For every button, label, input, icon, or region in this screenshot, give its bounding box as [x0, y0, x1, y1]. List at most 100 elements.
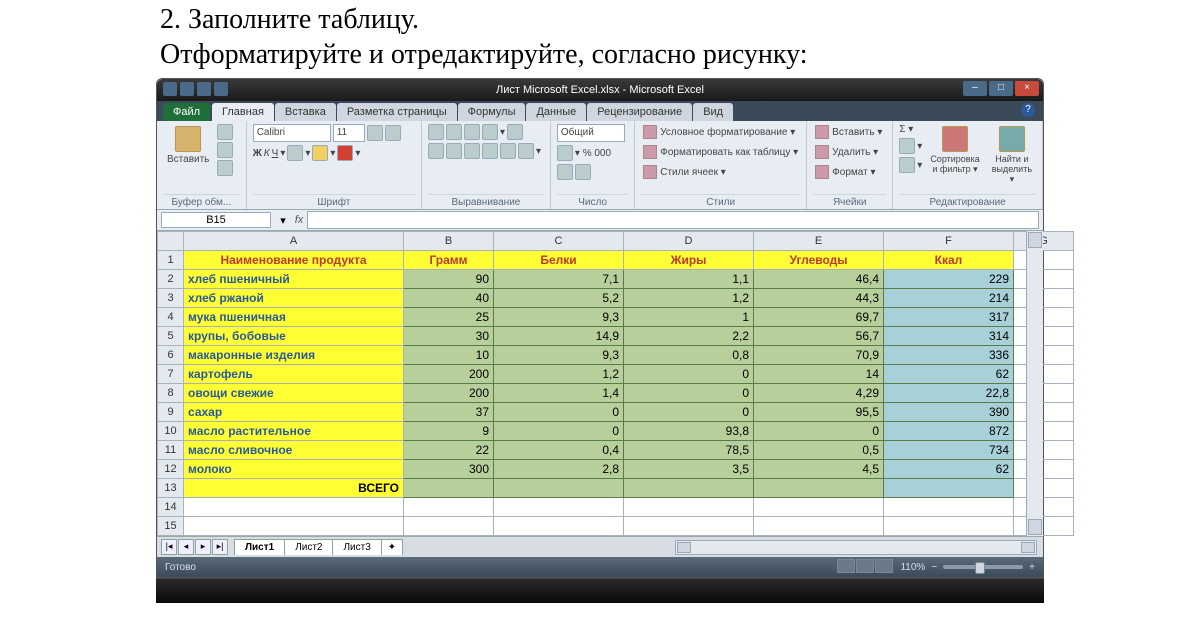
tab-page-layout[interactable]: Разметка страницы — [337, 103, 457, 121]
merge-icon[interactable] — [518, 143, 534, 159]
row-header[interactable]: 9 — [158, 403, 184, 422]
cell[interactable]: Углеводы — [754, 251, 884, 270]
cell[interactable]: 9,3 — [494, 346, 624, 365]
cell[interactable]: 336 — [884, 346, 1014, 365]
cell-product-name[interactable]: хлеб пшеничный — [184, 270, 404, 289]
row-header[interactable]: 11 — [158, 441, 184, 460]
align-right-icon[interactable] — [464, 143, 480, 159]
name-box[interactable]: B15 — [161, 212, 271, 228]
cell[interactable]: 22 — [404, 441, 494, 460]
row-header[interactable]: 15 — [158, 517, 184, 536]
first-sheet-icon[interactable]: |◂ — [161, 539, 177, 555]
row-header[interactable]: 13 — [158, 479, 184, 498]
inc-decimal-icon[interactable] — [557, 164, 573, 180]
cell[interactable] — [884, 479, 1014, 498]
cell[interactable]: 390 — [884, 403, 1014, 422]
maximize-button[interactable]: □ — [989, 81, 1013, 96]
bold-button[interactable]: Ж — [253, 148, 262, 159]
col-header-G[interactable]: G — [1014, 232, 1074, 251]
cell-product-name[interactable]: картофель — [184, 365, 404, 384]
row-header[interactable]: 10 — [158, 422, 184, 441]
cell[interactable]: 1 — [624, 308, 754, 327]
cell[interactable]: 93,8 — [624, 422, 754, 441]
cell[interactable]: 3,5 — [624, 460, 754, 479]
zoom-in-button[interactable]: + — [1029, 562, 1035, 573]
copy-icon[interactable] — [217, 142, 233, 158]
quick-access-toolbar[interactable] — [163, 82, 228, 96]
cell[interactable]: 10 — [404, 346, 494, 365]
worksheet-grid[interactable]: A B C D E F G 1 Наименование продукта Гр… — [157, 231, 1043, 536]
cell[interactable]: 5,2 — [494, 289, 624, 308]
select-all-corner[interactable] — [158, 232, 184, 251]
cell[interactable]: 1,2 — [494, 365, 624, 384]
tab-home[interactable]: Главная — [212, 103, 274, 121]
sheet-tab[interactable]: Лист1 — [234, 539, 285, 555]
tab-formulas[interactable]: Формулы — [458, 103, 526, 121]
col-header-E[interactable]: E — [754, 232, 884, 251]
cell[interactable]: 22,8 — [884, 384, 1014, 403]
row-header[interactable]: 7 — [158, 365, 184, 384]
cell[interactable]: Белки — [494, 251, 624, 270]
cell[interactable]: 4,5 — [754, 460, 884, 479]
vertical-scrollbar[interactable] — [1026, 231, 1043, 536]
clear-icon[interactable] — [899, 157, 915, 173]
italic-button[interactable]: К — [264, 148, 270, 159]
cell[interactable]: 95,5 — [754, 403, 884, 422]
cell[interactable]: 9,3 — [494, 308, 624, 327]
cell[interactable]: 40 — [404, 289, 494, 308]
cell[interactable] — [1014, 251, 1074, 270]
sheet-tab[interactable]: Лист2 — [284, 539, 333, 555]
cell[interactable] — [1014, 460, 1074, 479]
cell[interactable] — [1014, 441, 1074, 460]
cell-total-label[interactable]: ВСЕГО — [184, 479, 404, 498]
cell-product-name[interactable]: макаронные изделия — [184, 346, 404, 365]
fill-color-icon[interactable] — [312, 145, 328, 161]
currency-icon[interactable] — [557, 145, 573, 161]
row-header[interactable]: 8 — [158, 384, 184, 403]
cell[interactable]: 56,7 — [754, 327, 884, 346]
cell[interactable]: 0 — [624, 384, 754, 403]
close-button[interactable]: × — [1015, 81, 1039, 96]
title-bar[interactable]: Лист Microsoft Excel.xlsx - Microsoft Ex… — [157, 79, 1043, 101]
cell[interactable] — [1014, 289, 1074, 308]
cell[interactable] — [1014, 346, 1074, 365]
cell[interactable]: 46,4 — [754, 270, 884, 289]
number-format-box[interactable]: Общий — [557, 124, 625, 142]
cell[interactable] — [1014, 479, 1074, 498]
format-painter-icon[interactable] — [217, 160, 233, 176]
col-header-B[interactable]: B — [404, 232, 494, 251]
paste-button[interactable]: Вставить — [163, 124, 213, 167]
cell[interactable]: 0,4 — [494, 441, 624, 460]
new-sheet-icon[interactable]: ✦ — [381, 539, 403, 555]
align-top-icon[interactable] — [428, 124, 444, 140]
font-name-box[interactable]: Calibri — [253, 124, 331, 142]
cell[interactable]: 0,8 — [624, 346, 754, 365]
cell[interactable]: Ккал — [884, 251, 1014, 270]
cell[interactable]: 317 — [884, 308, 1014, 327]
horizontal-scrollbar[interactable] — [675, 540, 1037, 555]
row-header[interactable]: 6 — [158, 346, 184, 365]
col-header-F[interactable]: F — [884, 232, 1014, 251]
cell-product-name[interactable]: крупы, бобовые — [184, 327, 404, 346]
cell[interactable]: 2,2 — [624, 327, 754, 346]
cell[interactable]: 0 — [624, 403, 754, 422]
conditional-formatting-button[interactable]: Условное форматирование ▾ — [641, 124, 797, 140]
cell[interactable] — [404, 479, 494, 498]
format-as-table-button[interactable]: Форматировать как таблицу ▾ — [641, 144, 800, 160]
format-cells-button[interactable]: Формат ▾ — [813, 164, 877, 180]
cell[interactable]: 69,7 — [754, 308, 884, 327]
cell[interactable]: 37 — [404, 403, 494, 422]
cell-product-name[interactable]: масло сливочное — [184, 441, 404, 460]
cell[interactable] — [1014, 270, 1074, 289]
borders-icon[interactable] — [287, 145, 303, 161]
cell[interactable]: 44,3 — [754, 289, 884, 308]
cell[interactable] — [1014, 384, 1074, 403]
view-buttons[interactable] — [837, 559, 894, 576]
sheet-tab[interactable]: Лист3 — [332, 539, 381, 555]
cut-icon[interactable] — [217, 124, 233, 140]
zoom-slider[interactable] — [943, 565, 1023, 569]
row-header[interactable]: 14 — [158, 498, 184, 517]
zoom-out-button[interactable]: − — [931, 562, 937, 573]
cell[interactable]: 62 — [884, 365, 1014, 384]
row-header[interactable]: 2 — [158, 270, 184, 289]
